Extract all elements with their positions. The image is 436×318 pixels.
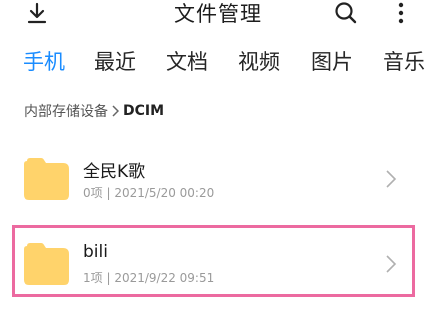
file-manager-screen: 文件管理 手机 最近 文档 视频 图片 音乐 内部存储设备 DCIM 全民K歌 …: [0, 0, 436, 318]
folder-icon: [24, 158, 69, 200]
list-item[interactable]: bili 1项 | 2021/9/22 09:51: [0, 228, 436, 300]
tab-phone[interactable]: 手机: [23, 46, 65, 76]
category-tabs: 手机 最近 文档 视频 图片 音乐: [0, 46, 436, 78]
folder-icon: [24, 243, 69, 285]
list-item[interactable]: 全民K歌 0项 | 2021/5/20 00:20: [0, 143, 436, 215]
file-meta: 1项 | 2021/9/22 09:51: [83, 271, 215, 285]
breadcrumb-internal-storage[interactable]: 内部存储设备: [24, 101, 108, 121]
search-icon: [335, 2, 357, 24]
tab-pictures[interactable]: 图片: [311, 46, 353, 76]
chevron-right-icon: [386, 170, 397, 188]
file-name: 全民K歌: [83, 162, 146, 182]
chevron-right-icon: [386, 255, 397, 273]
tab-documents[interactable]: 文档: [166, 46, 208, 76]
breadcrumb-current: DCIM: [123, 103, 165, 119]
breadcrumb: 内部存储设备 DCIM: [24, 101, 164, 121]
tab-videos[interactable]: 视频: [238, 46, 280, 76]
page-title: 文件管理: [174, 2, 262, 26]
file-count: 0项: [83, 186, 103, 200]
top-bar: 文件管理: [0, 0, 436, 28]
tab-recent[interactable]: 最近: [94, 46, 136, 76]
file-date: 2021/9/22 09:51: [114, 271, 215, 285]
search-button[interactable]: [331, 0, 361, 26]
file-name: bili: [83, 242, 108, 262]
more-vertical-icon: [398, 2, 404, 24]
file-count: 1项: [83, 271, 103, 285]
file-meta: 0项 | 2021/5/20 00:20: [83, 186, 215, 200]
breadcrumb-chevron-icon: [112, 105, 119, 117]
file-date: 2021/5/20 00:20: [114, 186, 215, 200]
tab-music[interactable]: 音乐: [383, 46, 425, 76]
more-button[interactable]: [386, 0, 416, 26]
